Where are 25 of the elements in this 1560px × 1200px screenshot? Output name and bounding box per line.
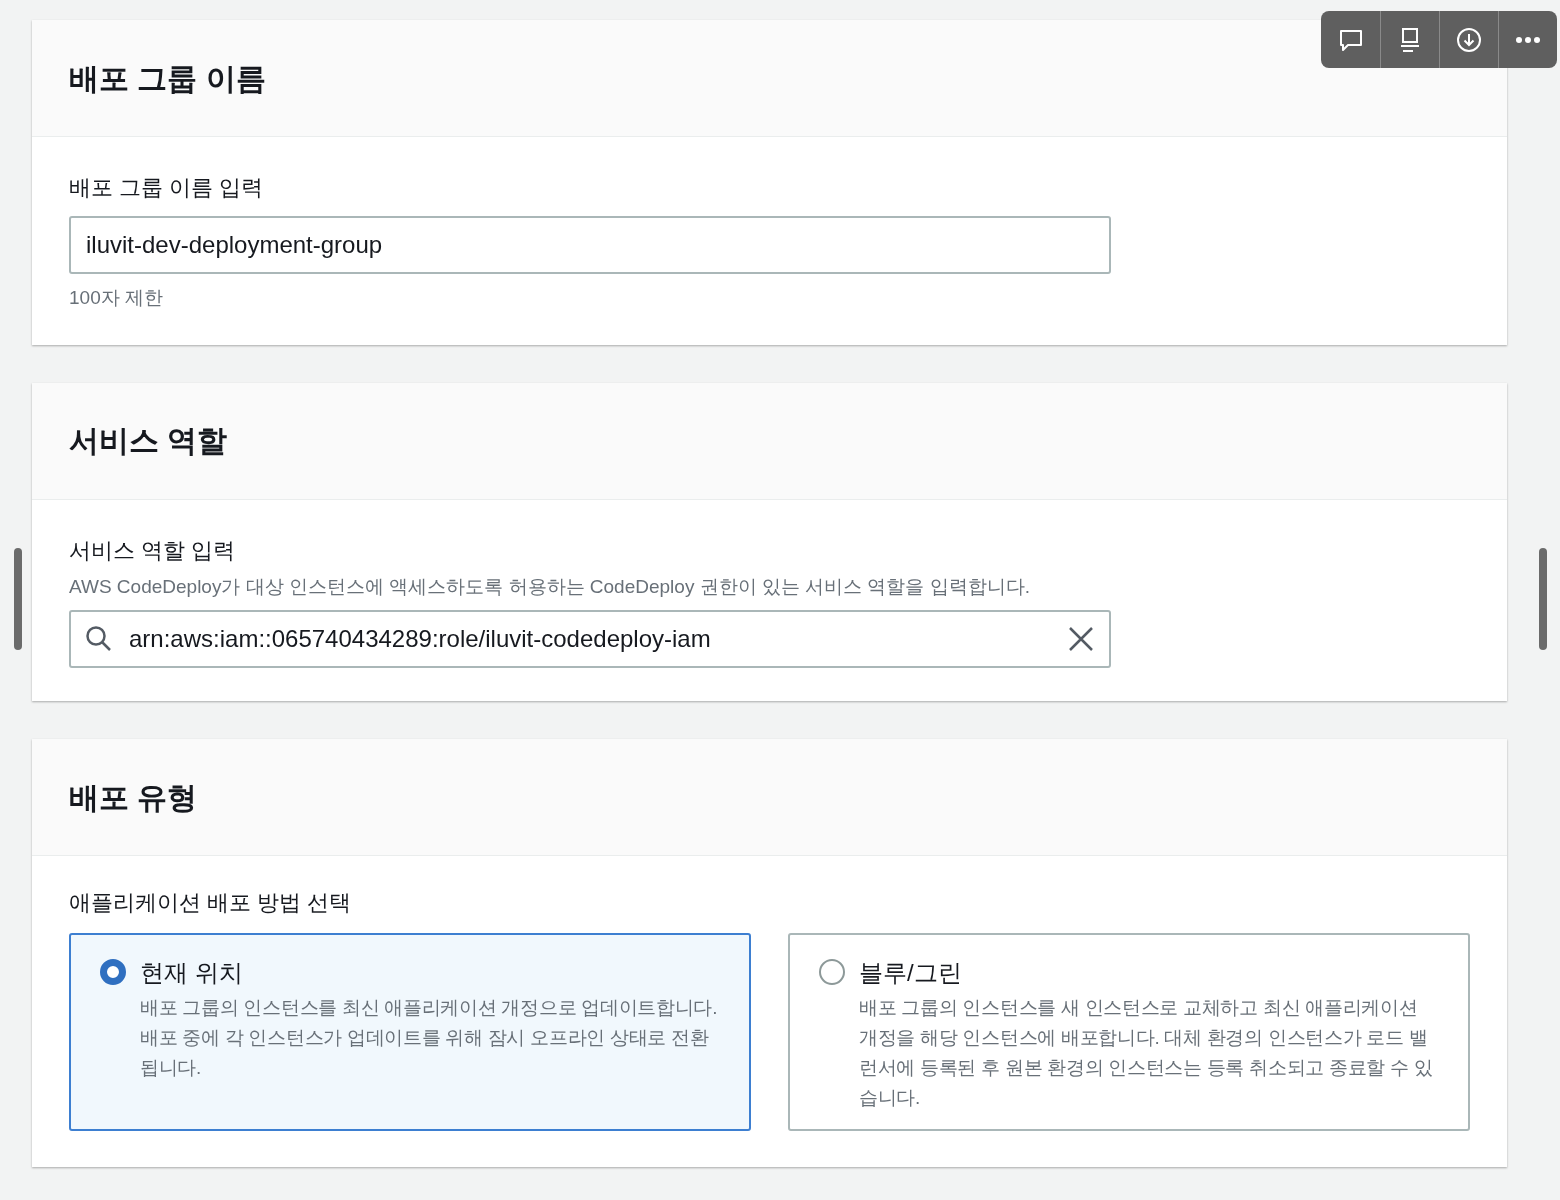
field-label: 애플리케이션 배포 방법 선택 bbox=[69, 889, 353, 917]
search-icon bbox=[85, 625, 113, 653]
text-input-field[interactable]: iluvit-dev-deployment-group bbox=[69, 216, 1111, 274]
radio-tile[interactable]: 블루/그린 배포 그룹의 인스턴스를 새 인스턴스로 교체하고 최신 애플리케이션 개정을 해당 인스턴스에 배포합니다. 대체 환경의 인스턴스가 로드 밸런서에 등록된 후 원본 환경의 인스턴스는 등록 취소되고 종료할 수 있습니다. bbox=[788, 933, 1470, 1131]
close-icon bbox=[1067, 625, 1095, 653]
scrollbar-handle[interactable] bbox=[1539, 548, 1547, 650]
more-icon bbox=[1514, 36, 1542, 43]
option-title: 현재 위치 bbox=[140, 958, 244, 988]
search-field[interactable]: arn:aws:iam::065740434289:role/iluvit-codedeploy-iam bbox=[69, 610, 1111, 668]
section-title: 배포 그룹 이름 bbox=[69, 60, 266, 97]
option-description: 배포 그룹의 인스턴스를 최신 애플리케이션 개정으로 업데이트합니다. 배포 중에 각 인스턴스가 업데이트를 위해 잠시 오프라인 상태로 전환됩니다. bbox=[140, 996, 719, 1080]
scrollbar-handle[interactable] bbox=[14, 548, 22, 650]
radio-tile[interactable]: 현재 위치 배포 그룹의 인스턴스를 최신 애플리케이션 개정으로 업데이트합니다. 배포 중에 각 인스턴스가 업데이트를 위해 잠시 오프라인 상태로 전환됩니다. bbox=[69, 933, 751, 1131]
radio-button[interactable] bbox=[100, 959, 126, 985]
section-title: 배포 유형 bbox=[69, 779, 198, 816]
clear-button[interactable] bbox=[1067, 625, 1095, 653]
field-label: 배포 그룹 이름 입력 bbox=[69, 174, 265, 202]
field-description: AWS CodeDeploy가 대상 인스턴스에 액세스하도록 허용하는 CodeDeploy 권한이 있는 서비스 역할을 입력합니다. bbox=[69, 574, 1032, 599]
section-title: 서비스 역할 bbox=[69, 423, 228, 459]
radio-button[interactable] bbox=[819, 959, 845, 985]
download-icon bbox=[1455, 25, 1483, 54]
option-title: 블루/그린 bbox=[859, 958, 963, 988]
option-description: 배포 그룹의 인스턴스를 새 인스턴스로 교체하고 최신 애플리케이션 개정을 해당 인스턴스에 배포합니다. 대체 환경의 인스턴스가 로드 밸런서에 등록된 후 원본 환경의 인스턴스는 등록 취소되고 종료할 수 있습니다. bbox=[859, 996, 1434, 1110]
field-label: 서비스 역할 입력 bbox=[69, 536, 237, 565]
field-hint: 100자 제한 bbox=[69, 286, 164, 310]
